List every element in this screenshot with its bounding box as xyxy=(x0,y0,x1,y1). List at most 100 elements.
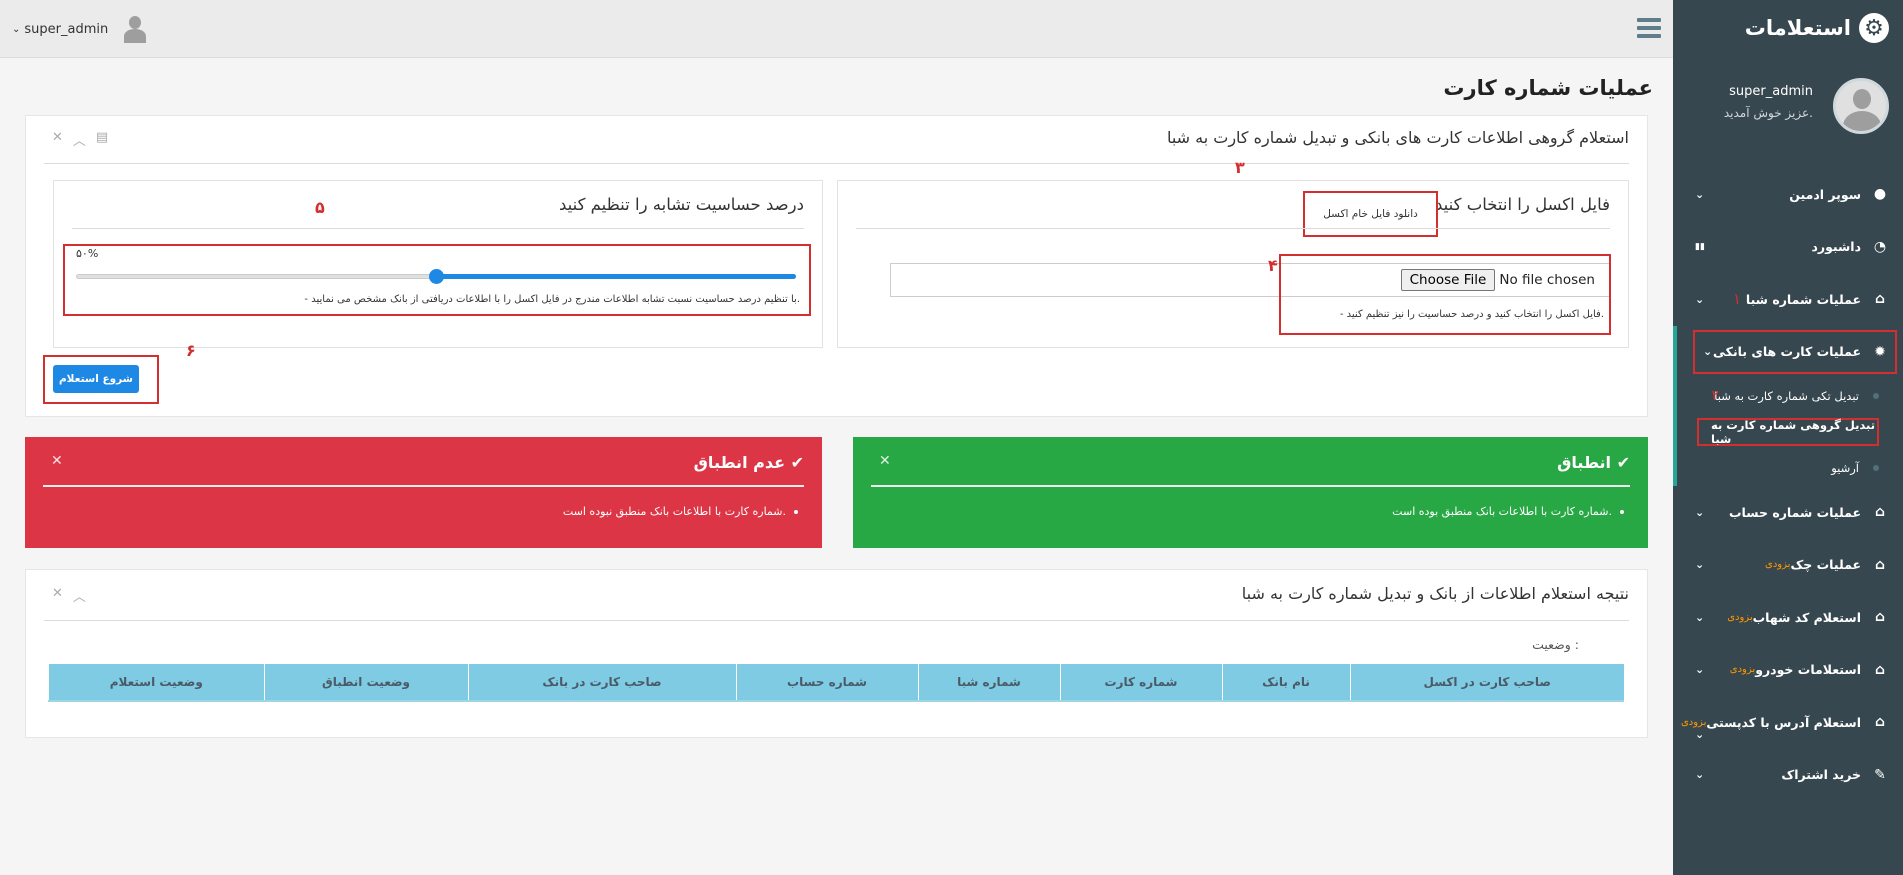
panel-title: استعلام گروهی اطلاعات کارت های بانکی و ت… xyxy=(1166,128,1629,147)
sidebar-subitem-archive[interactable]: آرشیو xyxy=(1677,450,1903,486)
column-header[interactable]: شماره شبا xyxy=(917,664,1061,700)
page-title: عملیات شماره کارت xyxy=(1443,76,1653,100)
sidebar-header: استعلامات ⚙ xyxy=(1673,0,1903,56)
sidebar-item-label: استعلام آدرس با کدپستی xyxy=(1706,714,1861,730)
close-icon[interactable]: ✕ xyxy=(51,453,63,469)
match-alert-title: انطباق ✔ xyxy=(1557,453,1630,472)
divider xyxy=(856,228,1610,229)
download-template-link[interactable]: دانلود فایل خام اکسل xyxy=(1303,191,1438,237)
sidebar-item-label: خرید اشتراک xyxy=(1781,767,1861,783)
sensitivity-slider[interactable] xyxy=(76,262,796,290)
start-inquiry-button[interactable]: شروع استعلام xyxy=(53,365,139,393)
column-header[interactable]: صاحب کارت در اکسل xyxy=(1349,664,1624,700)
sidebar-item-label: آرشیو xyxy=(1831,461,1859,475)
panel-tools: ✕ ︿ ▤ xyxy=(52,130,108,149)
column-header[interactable]: نام بانک xyxy=(1221,664,1351,700)
sidebar-item-label: عملیات شماره شبا xyxy=(1745,291,1861,307)
table-header-row: صاحب کارت در اکسل نام بانک شماره کارت شم… xyxy=(48,664,1624,700)
column-header[interactable]: شماره کارت xyxy=(1059,664,1223,700)
sidebar-item-cheque[interactable]: ⌄ بزودی عملیات چک ⌂ xyxy=(1673,539,1903,592)
sidebar-item-sheba[interactable]: ⌄ ۱ عملیات شماره شبا ⌂ xyxy=(1673,273,1903,326)
sidebar-item-account[interactable]: ⌄ عملیات شماره حساب ⌂ xyxy=(1673,486,1903,539)
sidebar-item-subscription[interactable]: ⌄ خرید اشتراک ✎ xyxy=(1673,749,1903,802)
match-alert-message: شماره کارت با اطلاعات بانک منطبق بوده اس… xyxy=(1392,505,1612,518)
marker-3: ۳ xyxy=(1235,158,1245,177)
sensitivity-value: ۵۰% xyxy=(76,247,99,260)
home-icon: ⌂ xyxy=(1874,609,1886,626)
chevron-down-icon: ⌄ xyxy=(1695,558,1705,572)
home-icon: ⌂ xyxy=(1874,661,1886,678)
mismatch-alert-message: شماره کارت با اطلاعات بانک منطبق نبوده ا… xyxy=(562,505,786,518)
sidebar-item-label: تبدیل گروهی شماره کارت به شبا xyxy=(1711,418,1876,446)
edit-icon: ✎ xyxy=(1874,766,1886,783)
sidebar-item-dashboard[interactable]: ▮▮ داشبورد ◔ xyxy=(1673,221,1903,274)
sidebar-item-bank-cards[interactable]: ⌄ عملیات کارت های بانکی ✹ xyxy=(1673,325,1903,378)
sidebar: استعلامات ⚙ super_admin عزیز خوش آمدید. … xyxy=(1673,0,1903,875)
topbar-username: super_admin xyxy=(24,21,109,37)
close-icon[interactable]: ✕ xyxy=(52,586,63,605)
chevron-down-icon: ⌄ xyxy=(1695,292,1705,306)
document-icon[interactable]: ▤ xyxy=(96,130,108,149)
avatar xyxy=(122,16,148,43)
close-icon[interactable]: ✕ xyxy=(52,130,63,149)
result-panel-title: نتیجه استعلام اطلاعات از بانک و تبدیل شم… xyxy=(1241,584,1629,603)
sidebar-subitem-single[interactable]: ۲ تبدیل تکی شماره کارت به شبا xyxy=(1677,378,1903,414)
home-icon: ⌂ xyxy=(1874,291,1886,308)
chevron-down-icon: ⌄ xyxy=(1695,663,1705,677)
sidebar-username: super_admin xyxy=(1729,84,1813,99)
chevron-down-icon: ⌄ xyxy=(1703,345,1713,359)
sidebar-item-label: استعلامات خودرو xyxy=(1755,662,1861,678)
divider xyxy=(44,620,1629,621)
match-alert-title-text: انطباق xyxy=(1557,453,1612,472)
divider xyxy=(43,485,804,487)
marker-4: ۴ xyxy=(1268,256,1278,275)
user-icon: ● xyxy=(1873,186,1887,203)
menu-toggle-icon[interactable] xyxy=(1637,18,1661,38)
bullet-icon xyxy=(1873,465,1879,471)
chevron-down-icon: ⌄ xyxy=(1695,768,1705,782)
top-navbar: ⌄ super_admin xyxy=(0,0,1673,58)
chevron-down-icon: ⌄ xyxy=(12,23,21,35)
sensitivity-hint: - با تنظیم درصد حساسیت نسبت تشابه اطلاعا… xyxy=(304,294,800,305)
dashboard-icon: ◔ xyxy=(1873,238,1887,255)
match-alert: انطباق ✔ ✕ شماره کارت با اطلاعات بانک من… xyxy=(853,437,1648,548)
user-menu[interactable]: ⌄ super_admin xyxy=(12,16,148,43)
sidebar-user: super_admin عزیز خوش آمدید. xyxy=(1673,56,1903,160)
soon-badge: بزودی xyxy=(1729,664,1756,676)
divider xyxy=(871,485,1630,487)
file-panel-title: فایل اکسل را انتخاب کنید xyxy=(1434,195,1610,214)
welcome-text: عزیز خوش آمدید. xyxy=(1723,106,1813,120)
chevron-up-icon[interactable]: ︿ xyxy=(73,130,86,149)
sidebar-item-label: سوپر ادمین xyxy=(1789,186,1861,202)
sidebar-item-label: عملیات شماره حساب xyxy=(1728,504,1861,520)
table-bottom-border xyxy=(48,700,1624,702)
column-header[interactable]: شماره حساب xyxy=(735,664,919,700)
marker-1: ۱ xyxy=(1733,290,1742,309)
chevron-up-icon[interactable]: ︿ xyxy=(73,586,86,605)
bullet-icon xyxy=(1873,393,1879,399)
highlight-box xyxy=(1693,329,1897,374)
soon-badge: بزودی xyxy=(1680,716,1707,728)
sidebar-menu: ⌄ سوپر ادمین ● ▮▮ داشبورد ◔ ⌄ ۱ عملیات ش… xyxy=(1673,168,1903,801)
close-icon[interactable]: ✕ xyxy=(879,453,891,469)
home-icon: ⌂ xyxy=(1874,504,1886,521)
column-header[interactable]: وضعیت استعلام xyxy=(48,664,265,700)
sidebar-subitem-group[interactable]: تبدیل گروهی شماره کارت به شبا xyxy=(1677,414,1903,450)
sidebar-item-vehicle[interactable]: ⌄ بزودی استعلامات خودرو ⌂ xyxy=(1673,644,1903,697)
sidebar-item-postal[interactable]: ⌄ بزودی استعلام آدرس با کدپستی ⌂ xyxy=(1673,696,1903,749)
mismatch-alert-title: عدم انطباق ✔ xyxy=(694,453,804,472)
chevron-down-icon: ⌄ xyxy=(1695,728,1705,741)
sidebar-item-super-admin[interactable]: ⌄ سوپر ادمین ● xyxy=(1673,168,1903,221)
slider-handle[interactable] xyxy=(429,269,444,284)
chevron-down-icon: ⌄ xyxy=(1695,610,1705,624)
column-header[interactable]: صاحب کارت در بانک xyxy=(467,664,737,700)
slider-fill xyxy=(436,274,796,279)
sensitivity-panel: درصد حساسیت تشابه را تنظیم کنید ۵۰% - با… xyxy=(53,180,823,348)
sidebar-item-label: تبدیل تکی شماره کارت به شبا xyxy=(1714,389,1859,403)
bullet-icon xyxy=(794,510,798,514)
column-header[interactable]: وضعیت انطباق xyxy=(263,664,469,700)
marker-6: ۶ xyxy=(186,341,196,360)
sidebar-item-shahab[interactable]: ⌄ بزودی استعلام کد شهاب ⌂ xyxy=(1673,591,1903,644)
panel-tools: ✕ ︿ xyxy=(52,586,86,605)
soon-badge: بزودی xyxy=(1765,559,1791,571)
